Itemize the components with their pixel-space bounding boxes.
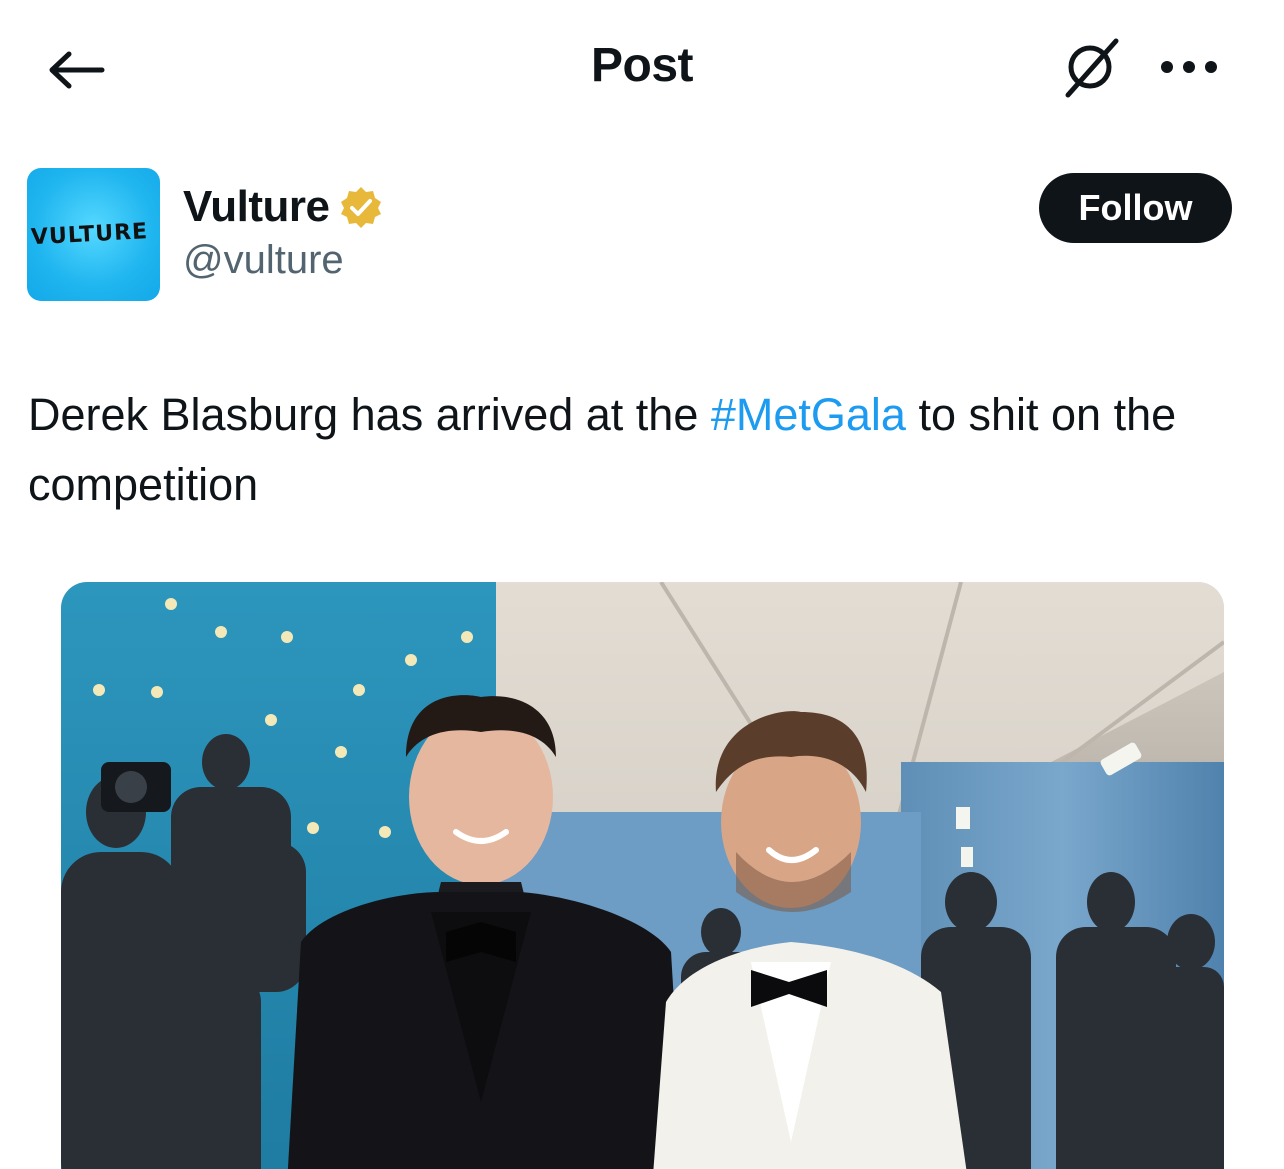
post-screen: Post VULTURE Vulture @vulture Follow Der… [0, 0, 1284, 1169]
author-name[interactable]: Vulture [183, 182, 330, 232]
more-horizontal-icon [1161, 61, 1217, 73]
verified-badge-icon [339, 185, 383, 229]
hashtag-link[interactable]: #MetGala [711, 389, 906, 440]
post-photo[interactable] [61, 582, 1224, 1169]
avatar-logo-text: VULTURE [30, 219, 149, 251]
avatar[interactable]: VULTURE [27, 168, 160, 301]
grok-icon [1065, 38, 1119, 98]
post-text: Derek Blasburg has arrived at the #MetGa… [28, 380, 1268, 520]
grok-button[interactable] [1055, 32, 1129, 102]
author-name-row: Vulture [183, 182, 383, 232]
more-options-button[interactable] [1152, 40, 1226, 94]
author-handle[interactable]: @vulture [183, 238, 344, 283]
follow-button[interactable]: Follow [1039, 173, 1232, 243]
photo-illustration [61, 582, 1224, 1169]
post-text-part: Derek Blasburg has arrived at the [28, 389, 711, 440]
top-bar: Post [0, 0, 1284, 134]
